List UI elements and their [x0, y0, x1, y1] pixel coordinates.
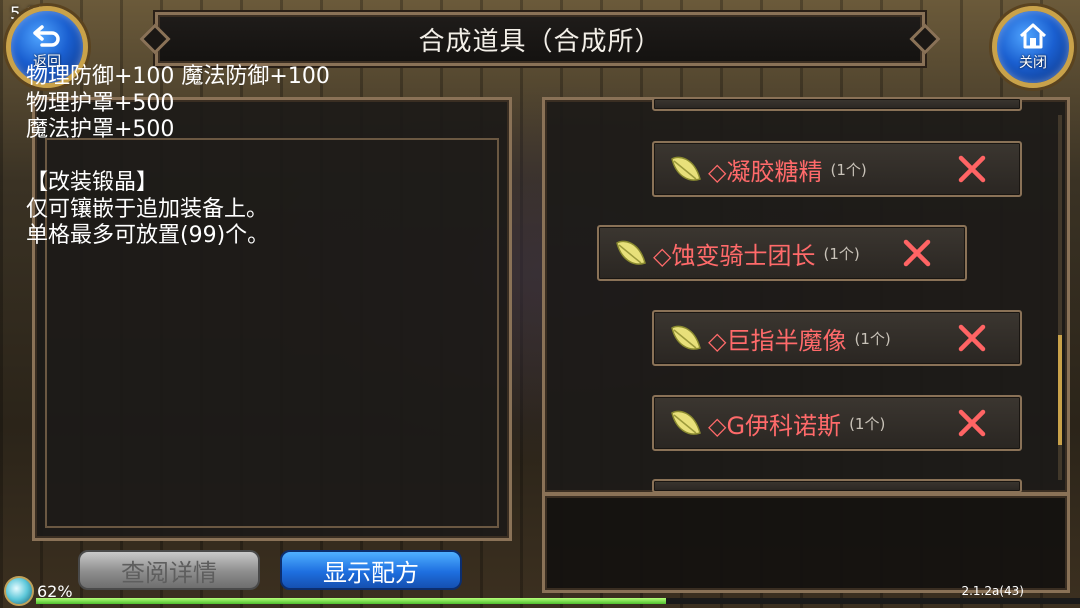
- exp-bar-fill: [36, 598, 666, 604]
- list-item[interactable]: ◇凝胶糖精 (1个): [652, 141, 1022, 197]
- page-title: 合成道具（合成所）: [418, 26, 662, 57]
- item-description-text: 物理防御+100 魔法防御+100 物理护罩+500 魔法护罩+500 【改装锻…: [26, 64, 330, 248]
- leaf-crystal-icon: [671, 410, 701, 435]
- leaf-crystal-icon: [616, 240, 646, 265]
- x-icon[interactable]: [954, 405, 990, 441]
- item-name: ◇G伊科诺斯: [708, 411, 842, 440]
- list-item-partial-bottom: [652, 479, 1022, 493]
- list-item[interactable]: ◇蚀变骑士团长 (1个): [597, 225, 967, 281]
- list-item[interactable]: ◇G伊科诺斯 (1个): [652, 395, 1022, 451]
- back-arrow-icon: [33, 25, 60, 47]
- item-name: ◇蚀变骑士团长: [653, 241, 816, 270]
- close-button[interactable]: 关闭: [992, 6, 1074, 88]
- home-icon: [1019, 23, 1047, 49]
- battery-orb-icon: [4, 576, 34, 606]
- leaf-crystal-icon: [671, 156, 701, 181]
- list-scrollbar-thumb[interactable]: [1058, 335, 1062, 445]
- item-count: (1个): [823, 244, 860, 263]
- x-icon[interactable]: [954, 151, 990, 187]
- title-bar: 合成道具（合成所）: [139, 12, 941, 66]
- item-name: ◇巨指半魔像: [708, 326, 847, 355]
- close-button-label: 关闭: [1019, 55, 1047, 71]
- version-label: 2.1.2a(43): [961, 584, 1024, 598]
- item-count: (1个): [830, 160, 867, 179]
- x-icon[interactable]: [899, 235, 935, 271]
- x-icon[interactable]: [954, 320, 990, 356]
- list-item-partial-top: [652, 97, 1022, 111]
- item-name: ◇凝胶糖精: [708, 157, 823, 186]
- list-item[interactable]: ◇巨指半魔像 (1个): [652, 310, 1022, 366]
- item-count: (1个): [854, 329, 891, 348]
- item-count: (1个): [849, 414, 886, 433]
- leaf-crystal-icon: [671, 325, 701, 350]
